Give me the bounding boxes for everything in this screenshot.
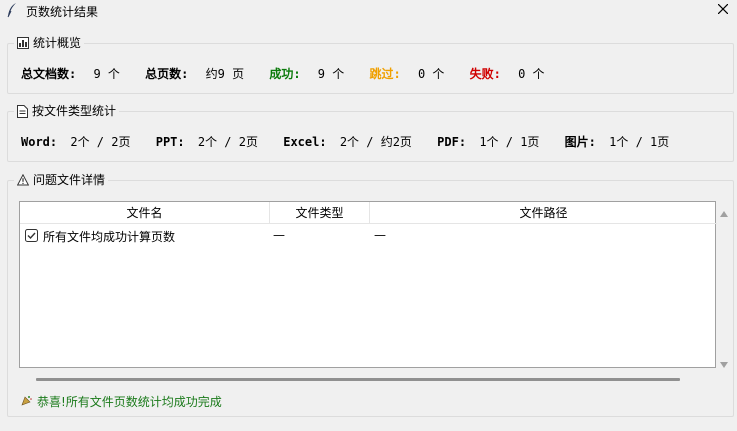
by-type-heading: 按文件类型统计 [32,104,117,118]
horizontal-scrollbar[interactable] [36,378,680,381]
type-label-pdf: PDF: [437,135,467,149]
issues-group: 问题文件详情 文件名 文件类型 文件路径 所有文件均成功计算页数 — — 恭喜!… [7,172,734,417]
type-label-excel: Excel: [283,135,327,149]
issues-heading: 问题文件详情 [33,173,106,187]
column-header-filename[interactable]: 文件名 [20,202,270,224]
success-value: 9 个 [317,67,345,81]
type-value-image: 1个 / 1页 [609,135,670,149]
title-bar: 页数统计结果 [0,0,737,22]
skipped-value: 0 个 [417,67,445,81]
success-label: 成功: [269,67,301,81]
type-value-ppt: 2个 / 2页 [197,135,258,149]
type-label-image: 图片: [564,135,596,149]
scroll-down-icon[interactable] [720,357,728,371]
column-header-filetype[interactable]: 文件类型 [270,202,370,224]
overview-group: 统计概览 总文档数: 9 个 总页数: 约9 页 成功: 9 个 跳过: 0 个… [7,35,734,94]
chart-icon [17,37,29,49]
by-type-group: 按文件类型统计 Word: 2个 / 2页 PPT: 2个 / 2页 Excel… [7,103,734,162]
checkbox-icon[interactable] [25,229,38,245]
overview-heading: 统计概览 [33,36,82,50]
success-message: 恭喜!所有文件页数统计均成功完成 [21,393,222,410]
type-value-word: 2个 / 2页 [70,135,131,149]
feather-icon [6,2,18,18]
failed-value: 0 个 [518,67,545,81]
total-docs-value: 9 个 [93,67,120,81]
type-value-pdf: 1个 / 1页 [479,135,540,149]
warning-icon [17,174,29,186]
total-pages-value: 约9 页 [205,67,245,81]
failed-label: 失败: [469,67,501,81]
type-label-ppt: PPT: [155,135,185,149]
close-icon [717,3,729,17]
issues-table[interactable]: 文件名 文件类型 文件路径 所有文件均成功计算页数 — — [19,201,717,368]
scroll-up-icon[interactable] [720,206,728,220]
type-label-word: Word: [21,135,58,149]
overview-stats: 总文档数: 9 个 总页数: 约9 页 成功: 9 个 跳过: 0 个 失败: … [21,65,563,82]
by-type-stats: Word: 2个 / 2页 PPT: 2个 / 2页 Excel: 2个 / 约… [21,133,687,150]
row-filename: 所有文件均成功计算页数 [43,230,176,244]
type-value-excel: 2个 / 约2页 [339,135,412,149]
column-header-filepath[interactable]: 文件路径 [370,202,717,224]
vertical-scrollbar[interactable] [717,201,731,368]
row-filepath: — [374,228,386,242]
success-message-text: 恭喜!所有文件页数统计均成功完成 [37,395,222,409]
total-pages-label: 总页数: [145,67,189,81]
close-button[interactable] [709,0,737,20]
window-title: 页数统计结果 [26,5,99,19]
party-icon [21,395,32,409]
row-filetype: — [273,228,285,242]
skipped-label: 跳过: [369,67,401,81]
total-docs-label: 总文档数: [21,67,77,81]
document-icon [17,104,28,118]
table-row[interactable]: 所有文件均成功计算页数 — — [20,226,715,246]
